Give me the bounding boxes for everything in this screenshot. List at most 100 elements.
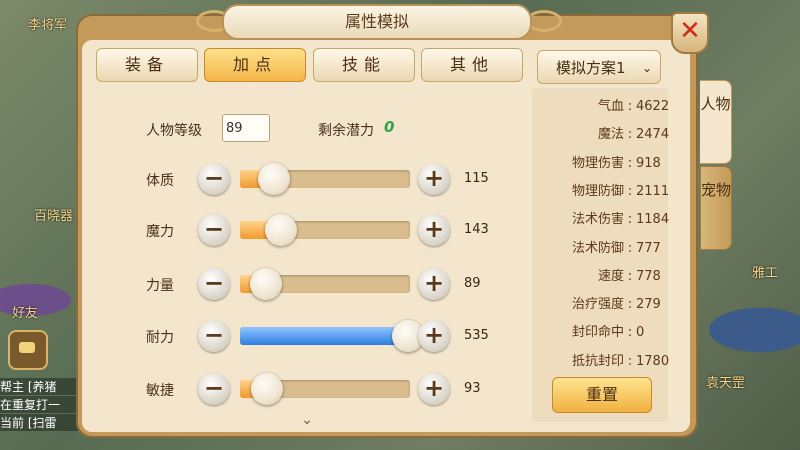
panel-title: 属性模拟	[222, 4, 532, 40]
increase-button[interactable]: +	[418, 268, 450, 300]
reset-button[interactable]: 重置	[552, 377, 652, 413]
stat-value: 1780	[636, 353, 670, 369]
plus-icon: +	[423, 164, 445, 192]
chat-line: 在重复打一	[0, 396, 80, 413]
chat-line: 帮主 [养猪	[0, 378, 80, 395]
bg-npc-name: 百晓器	[34, 209, 74, 224]
minus-icon: −	[203, 269, 225, 297]
attribute-value: 143	[464, 222, 489, 237]
stat-colon: :	[627, 212, 633, 228]
attribute-slider[interactable]	[240, 320, 425, 352]
close-button[interactable]: ✕	[671, 12, 709, 54]
stat-value: 2474	[636, 127, 670, 143]
stat-value: 4622	[636, 99, 670, 114]
scroll-down-chevron-icon[interactable]: ⌄	[298, 412, 316, 428]
attribute-slider[interactable]	[240, 268, 410, 300]
stat-row: 魔法:2474	[536, 123, 669, 142]
potential-value: 0	[384, 118, 395, 136]
bg-npc-name: 袁天罡	[706, 376, 746, 391]
plan-dropdown[interactable]: 模拟方案1 ⌄	[537, 50, 661, 84]
attribute-name: 体质	[146, 173, 174, 189]
stat-row: 法术防御:777	[536, 237, 661, 256]
slider-handle[interactable]	[251, 373, 284, 405]
stat-value: 1184	[636, 212, 670, 228]
attribute-slider[interactable]	[240, 163, 410, 195]
side-tab-pet[interactable]: 宠物	[700, 166, 732, 250]
plus-icon: +	[423, 374, 445, 402]
slider-handle[interactable]	[249, 268, 282, 300]
slider-handle[interactable]	[258, 163, 290, 195]
stat-colon: :	[627, 155, 633, 171]
increase-button[interactable]: +	[418, 373, 450, 405]
stat-row: 物理伤害:918	[536, 152, 661, 171]
bg-npc-name: 李将军	[28, 18, 68, 33]
stat-value: 777	[636, 240, 661, 256]
minus-icon: −	[203, 321, 225, 349]
stat-key: 法术防御	[571, 240, 624, 256]
stat-colon: :	[627, 325, 633, 341]
stat-value: 279	[636, 297, 661, 313]
attribute-value: 93	[464, 381, 481, 396]
plus-icon: +	[423, 215, 445, 243]
stat-key: 抵抗封印	[571, 353, 624, 369]
decrease-button[interactable]: −	[198, 320, 230, 352]
stat-key: 物理防御	[571, 183, 624, 199]
stat-key: 治疗强度	[571, 297, 624, 313]
stat-colon: :	[627, 297, 633, 313]
minus-icon: −	[203, 164, 225, 192]
stat-colon: :	[627, 183, 633, 199]
decrease-button[interactable]: −	[198, 373, 230, 405]
close-icon: ✕	[679, 16, 701, 46]
attribute-value: 89	[464, 276, 481, 291]
stat-colon: :	[627, 268, 633, 284]
stat-row: 物理防御:2111	[536, 180, 669, 199]
stat-value: 0	[636, 325, 645, 341]
increase-button[interactable]: +	[418, 163, 450, 195]
attribute-name: 耐力	[146, 330, 174, 346]
stat-row: 速度:778	[536, 265, 661, 284]
attribute-value: 535	[464, 328, 489, 343]
stat-colon: :	[627, 353, 633, 369]
bg-friend-label[interactable]: 好友	[12, 302, 38, 321]
chat-bubble-icon[interactable]	[8, 330, 48, 370]
decrease-button[interactable]: −	[198, 268, 230, 300]
tab-add-points[interactable]: 加点	[204, 48, 306, 82]
attribute-slider[interactable]	[240, 214, 410, 246]
tab-skills[interactable]: 技能	[313, 48, 415, 82]
attribute-slider[interactable]	[240, 373, 410, 405]
stat-value: 918	[636, 155, 661, 171]
side-tab-character[interactable]: 人物	[700, 80, 732, 164]
stat-row: 法术伤害:1184	[536, 208, 669, 227]
potential-label: 剩余潜力	[318, 123, 374, 139]
minus-icon: −	[203, 374, 225, 402]
level-input[interactable]: 89	[222, 114, 270, 142]
bg-npc-name: 雅工	[752, 266, 779, 281]
minus-icon: −	[203, 215, 225, 243]
stat-colon: :	[627, 127, 633, 143]
stat-row: 封印命中:0	[536, 321, 644, 340]
decrease-button[interactable]: −	[198, 163, 230, 195]
chevron-down-icon: ⌄	[641, 61, 652, 75]
stat-key: 法术伤害	[571, 212, 624, 228]
tab-equipment[interactable]: 装备	[96, 48, 198, 82]
stat-key: 气血	[597, 99, 624, 114]
attribute-name: 敏捷	[146, 383, 174, 399]
decrease-button[interactable]: −	[198, 214, 230, 246]
stat-key: 物理伤害	[571, 155, 624, 171]
stat-row: 治疗强度:279	[536, 293, 661, 312]
tab-other[interactable]: 其他	[421, 48, 523, 82]
stat-colon: :	[627, 99, 633, 114]
slider-handle[interactable]	[264, 214, 297, 246]
stat-value: 2111	[636, 183, 670, 199]
plus-icon: +	[423, 321, 445, 349]
plus-icon: +	[423, 269, 445, 297]
attribute-name: 魔力	[146, 224, 174, 240]
level-label: 人物等级	[146, 123, 202, 139]
attribute-name: 力量	[146, 278, 174, 294]
increase-button[interactable]: +	[418, 214, 450, 246]
increase-button[interactable]: +	[418, 320, 450, 352]
stat-row: 抵抗封印:1780	[536, 350, 669, 369]
stat-key: 封印命中	[571, 325, 624, 341]
chat-line: 当前 [扫雷	[0, 414, 80, 431]
stat-key: 魔法	[597, 127, 624, 143]
